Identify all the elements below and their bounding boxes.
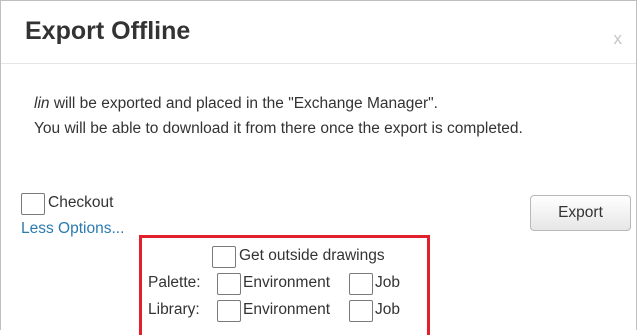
palette-job-checkbox[interactable] [349,273,373,295]
export-message-line-1-text: will be exported and placed in the "Exch… [49,95,438,112]
library-environment-checkbox[interactable] [217,300,241,322]
exported-item-name: lin [34,95,50,112]
library-job-label: Job [375,301,400,318]
export-button[interactable]: Export [530,195,631,231]
library-environment-label: Environment [243,301,331,318]
checkout-label: Checkout [48,194,114,211]
get-outside-drawings-label: Get outside drawings [239,247,385,264]
palette-environment-checkbox[interactable] [217,273,241,295]
export-message-line-1: lin will be exported and placed in the "… [34,95,438,113]
palette-environment-label: Environment [243,274,331,291]
export-offline-dialog: Export Offline x lin will be exported an… [0,0,637,335]
export-message-line-2: You will be able to download it from the… [34,120,523,137]
library-job-checkbox[interactable] [349,300,373,322]
less-options-link[interactable]: Less Options... [21,220,124,238]
dialog-header: Export Offline x [1,1,636,64]
dialog-title: Export Offline [25,17,191,45]
get-outside-drawings-checkbox[interactable] [212,246,236,268]
close-button[interactable]: x [614,29,623,49]
palette-job-label: Job [375,274,400,291]
library-label: Library: [148,301,200,318]
palette-label: Palette: [148,274,201,291]
checkout-checkbox[interactable] [21,193,45,215]
